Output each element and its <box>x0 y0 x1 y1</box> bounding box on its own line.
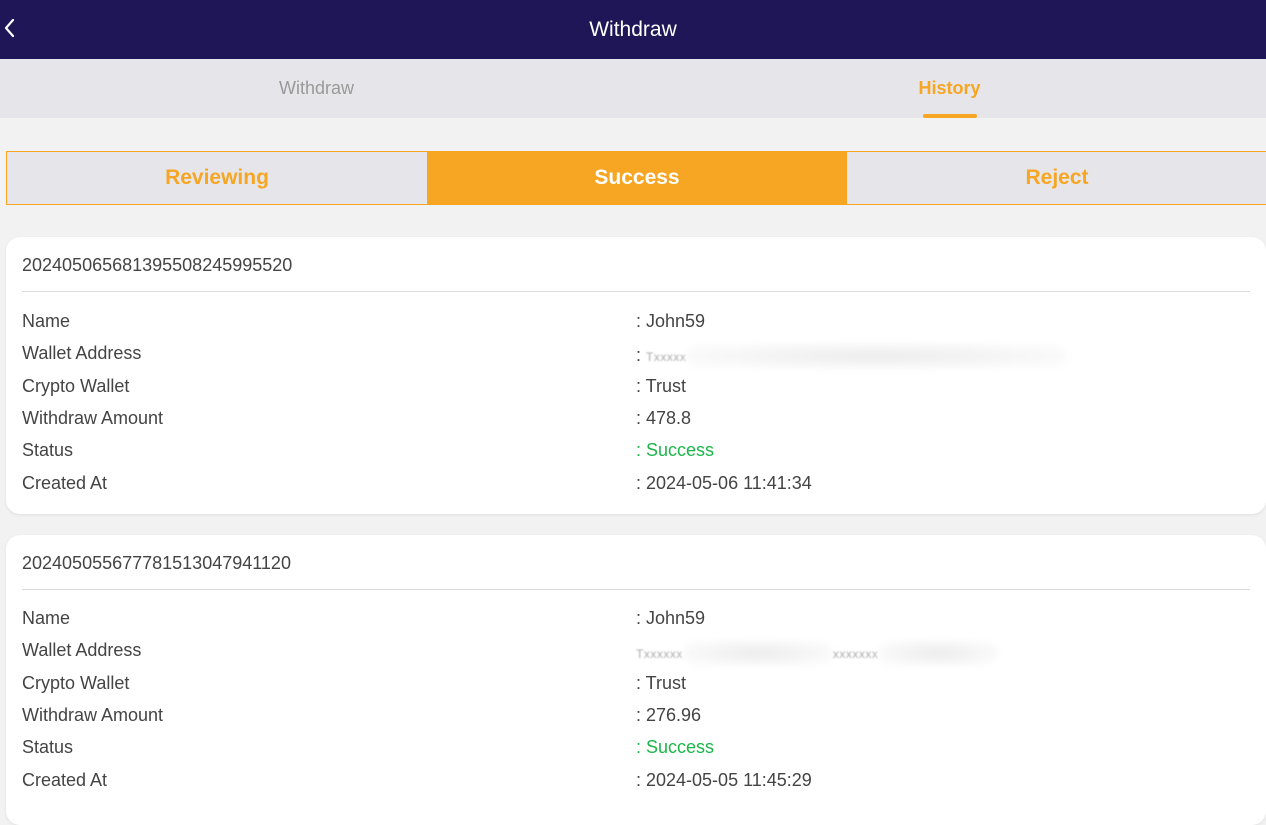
record-row-created-at: Created At : 2024-05-05 11:45:29 <box>22 770 1250 794</box>
withdraw-amount-value: : 276.96 <box>636 705 702 725</box>
record-row-crypto-wallet: Crypto Wallet : Trust <box>22 673 1250 697</box>
status-value: : Success <box>636 737 715 757</box>
created-at-value: : 2024-05-06 11:41:34 <box>636 473 812 493</box>
redacted-wallet-blur <box>878 640 999 666</box>
wallet-address-label: Wallet Address <box>22 640 142 660</box>
record-row-name: Name : John59 <box>22 311 1250 335</box>
name-label: Name <box>22 608 71 628</box>
record-row-withdraw-amount: Withdraw Amount : 276.96 <box>22 705 1250 729</box>
wallet-address-value: : Txxxxx <box>636 343 1067 369</box>
name-value: : John59 <box>636 311 706 331</box>
main-tab-bar: Withdraw History <box>0 59 1266 118</box>
status-value: : Success <box>636 440 715 460</box>
tab-reviewing[interactable]: Reviewing <box>7 152 427 204</box>
record-row-wallet-address: Wallet Address Txxxxxx xxxxxxx <box>22 640 1250 666</box>
crypto-wallet-label: Crypto Wallet <box>22 376 130 396</box>
status-label: Status <box>22 440 74 460</box>
back-button[interactable] <box>0 14 20 42</box>
record-row-status: Status : Success <box>22 737 1250 761</box>
crypto-wallet-value: : Trust <box>636 673 687 693</box>
redacted-wallet-text: xxxxxxx <box>832 646 879 661</box>
withdraw-amount-label: Withdraw Amount <box>22 408 164 428</box>
created-at-label: Created At <box>22 473 108 493</box>
withdraw-record-card: 20240505567778151304794112​0 Name : John… <box>6 535 1266 825</box>
created-at-label: Created At <box>22 770 108 790</box>
crypto-wallet-label: Crypto Wallet <box>22 673 130 693</box>
crypto-wallet-value: : Trust <box>636 376 687 396</box>
wallet-address-label: Wallet Address <box>22 343 142 363</box>
top-app-bar: Withdraw <box>0 0 1266 59</box>
chevron-left-icon <box>4 18 15 38</box>
divider <box>22 589 1250 590</box>
withdraw-amount-label: Withdraw Amount <box>22 705 164 725</box>
record-id: 20240506568139550824599552​0 <box>22 255 293 275</box>
redacted-wallet-text: Txxxxx <box>646 349 687 364</box>
record-row-wallet-address: Wallet Address : Txxxxx <box>22 343 1250 369</box>
status-filter-tabs: Reviewing Success Reject <box>6 151 1266 205</box>
redacted-wallet-text: Txxxxxx <box>636 646 683 661</box>
name-label: Name <box>22 311 71 331</box>
divider <box>22 291 1250 292</box>
created-at-value: : 2024-05-05 11:45:29 <box>636 770 812 790</box>
tab-reject[interactable]: Reject <box>847 152 1266 204</box>
name-value: : John59 <box>636 608 706 628</box>
record-id: 20240505567778151304794112​0 <box>22 553 291 573</box>
tab-success[interactable]: Success <box>427 152 847 204</box>
withdraw-amount-value: : 478.8 <box>636 408 692 428</box>
wallet-address-value: Txxxxxx xxxxxxx <box>636 640 999 666</box>
withdraw-record-card: 20240506568139550824599552​0 Name : John… <box>6 237 1266 514</box>
redacted-wallet-blur <box>682 640 833 666</box>
status-label: Status <box>22 737 74 757</box>
redacted-wallet-blur <box>686 343 1067 369</box>
record-row-crypto-wallet: Crypto Wallet : Trust <box>22 376 1250 400</box>
tab-history[interactable]: History <box>633 59 1266 118</box>
record-row-status: Status : Success <box>22 440 1250 464</box>
record-row-created-at: Created At : 2024-05-06 11:41:34 <box>22 473 1250 497</box>
record-row-name: Name : John59 <box>22 608 1250 632</box>
page-title: Withdraw <box>589 17 677 41</box>
tab-withdraw[interactable]: Withdraw <box>0 59 633 118</box>
record-row-withdraw-amount: Withdraw Amount : 478.8 <box>22 408 1250 432</box>
